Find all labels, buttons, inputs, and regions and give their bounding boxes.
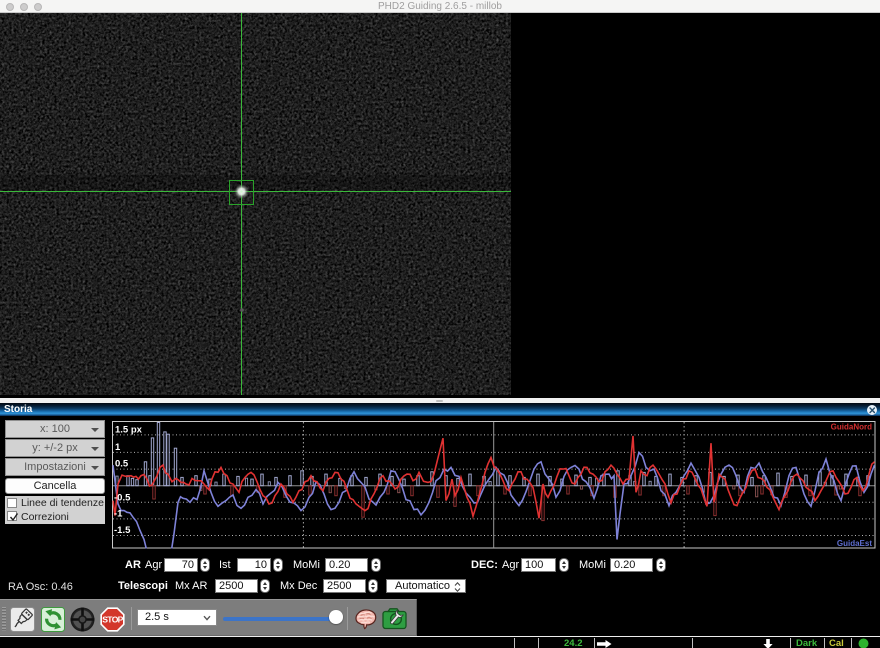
svg-text:1: 1 (115, 442, 121, 453)
svg-text:-0.5: -0.5 (114, 493, 131, 504)
svg-text:-1.5: -1.5 (114, 525, 131, 536)
svg-text:GuidaEst: GuidaEst (837, 539, 872, 548)
svg-text:0.5: 0.5 (115, 459, 129, 470)
svg-text:GuidaNord: GuidaNord (831, 423, 872, 432)
svg-text:1.5 px: 1.5 px (115, 425, 143, 436)
svg-text:STOP: STOP (102, 615, 123, 625)
svg-text:-1: -1 (114, 508, 123, 519)
